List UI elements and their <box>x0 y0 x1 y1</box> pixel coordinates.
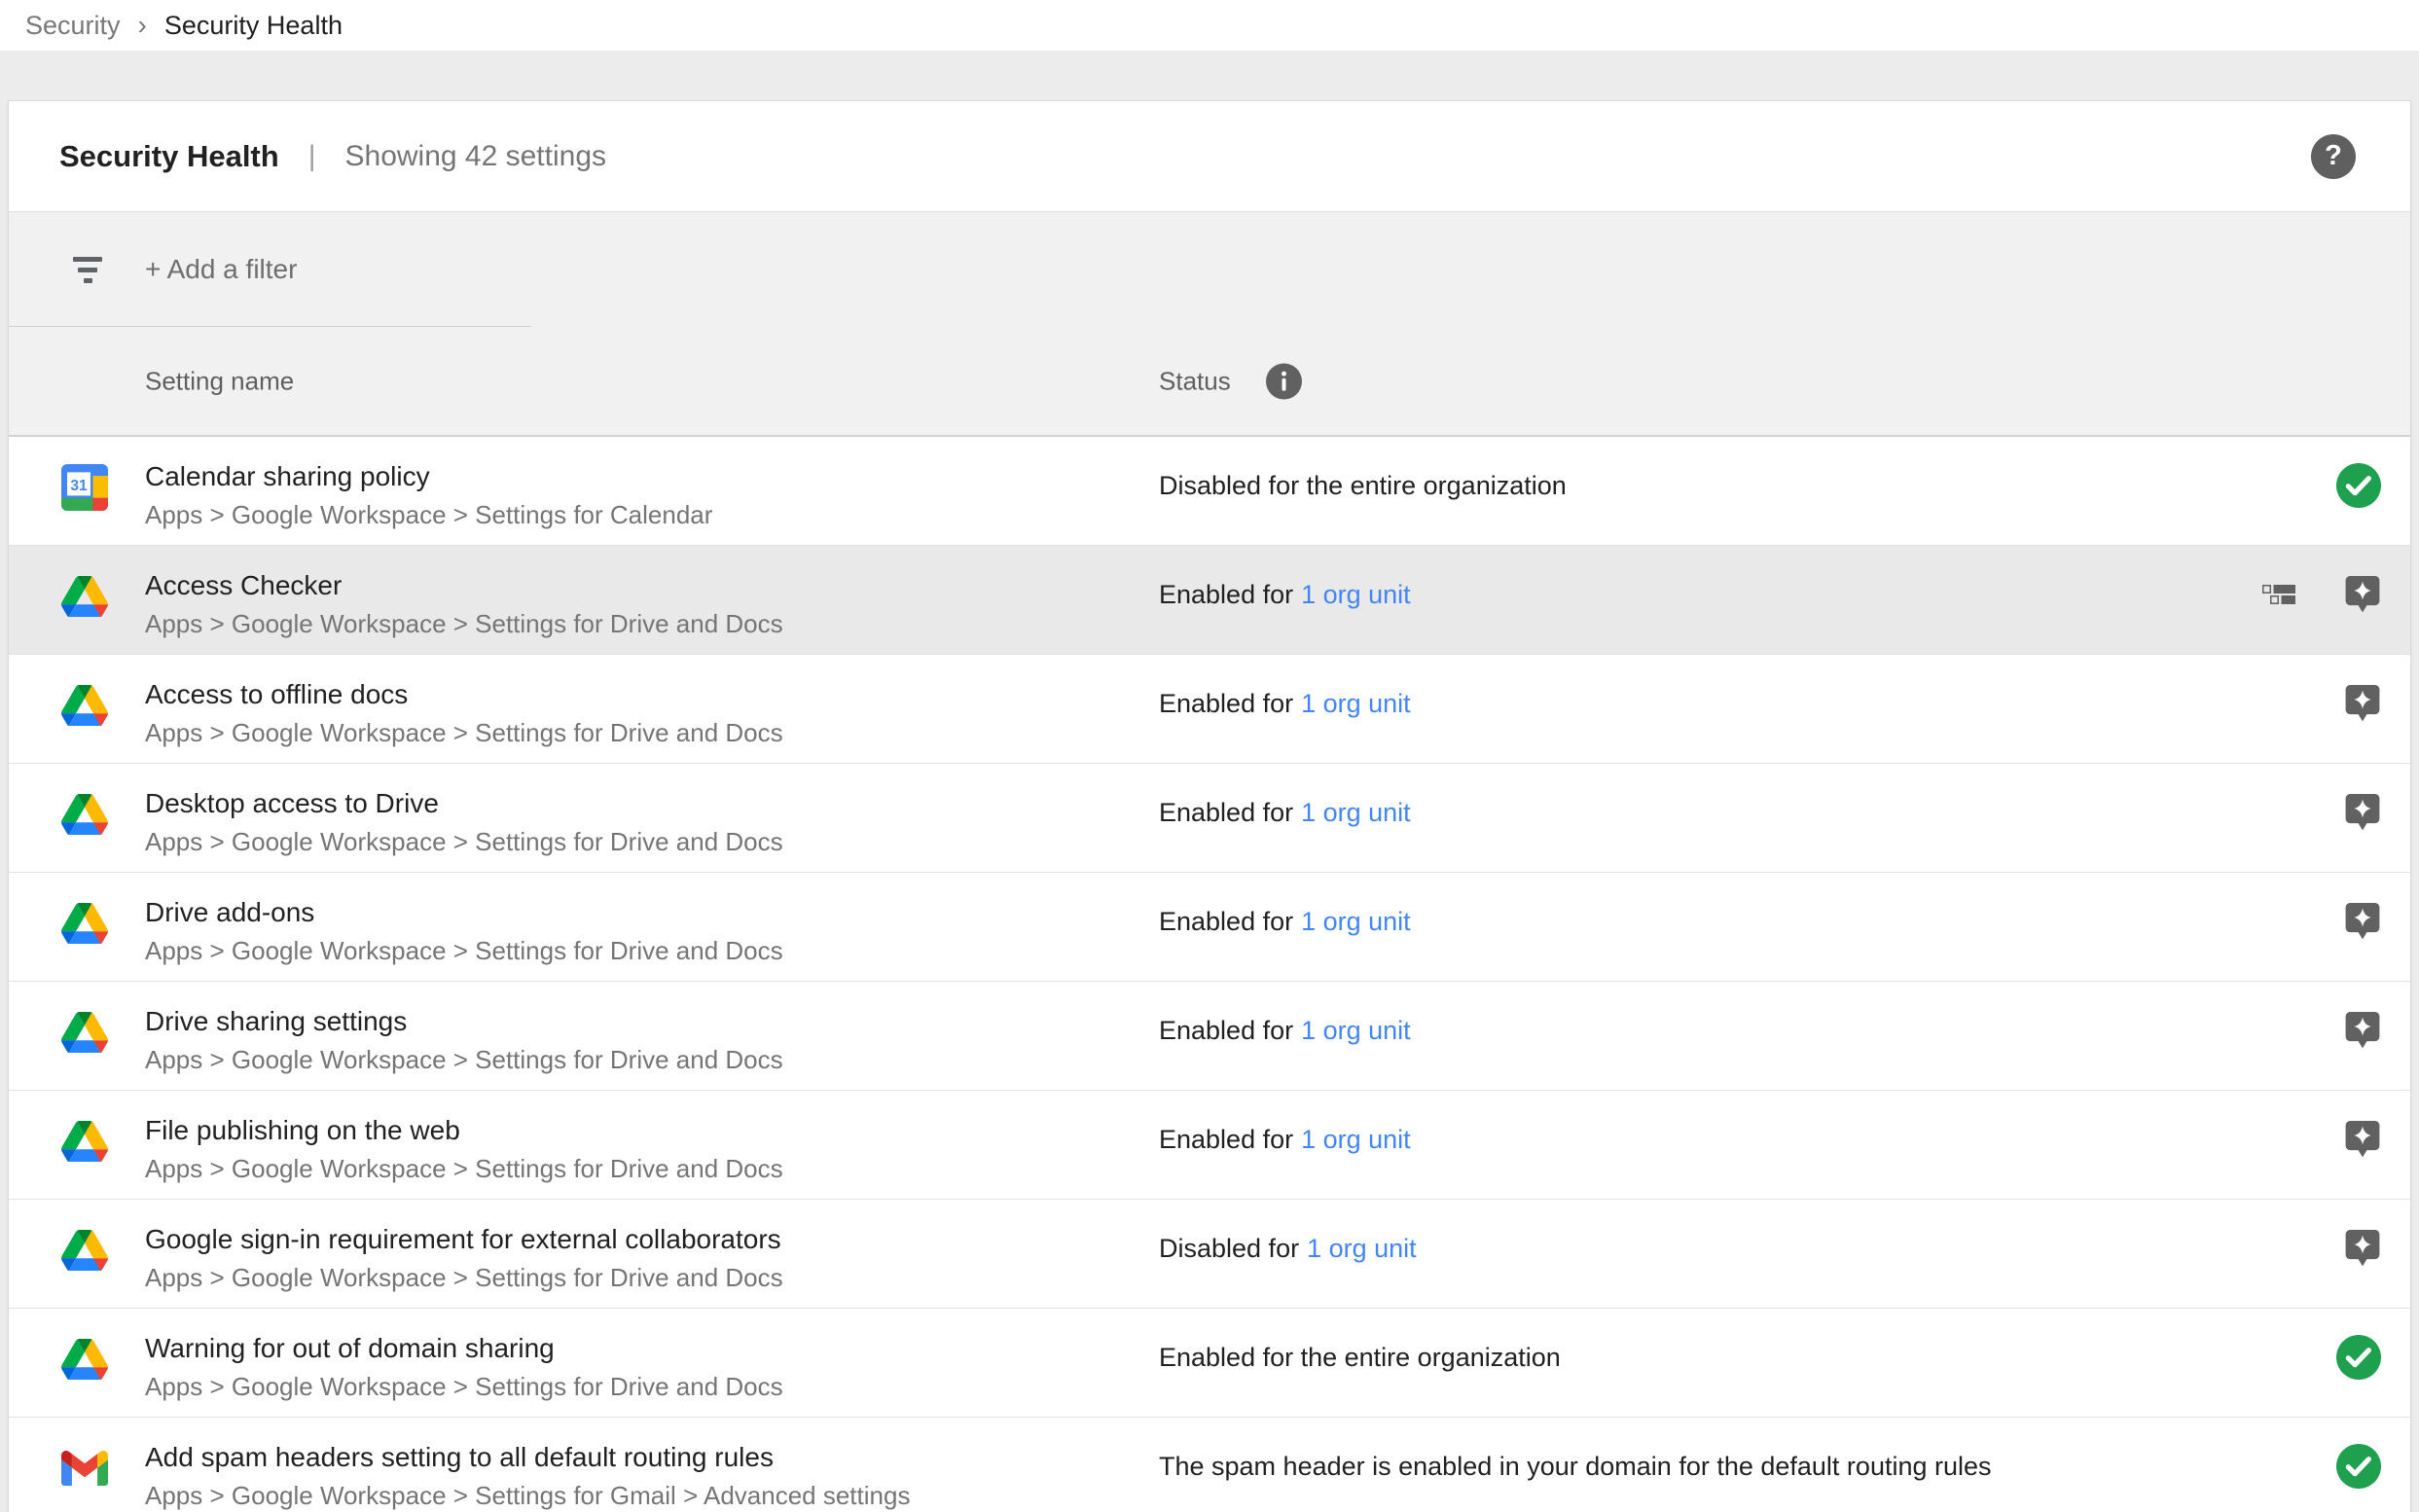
status-ok-check-icon <box>2336 1444 2381 1489</box>
status-cell: Disabled for 1 org unit <box>1159 1230 1417 1267</box>
recommendation-flag-icon[interactable] <box>2344 1119 2381 1160</box>
setting-path: Apps > Google Workspace > Settings for D… <box>145 1258 783 1297</box>
setting-name: Desktop access to Drive <box>145 785 783 822</box>
setting-path: Apps > Google Workspace > Settings for D… <box>145 1149 783 1188</box>
setting-path: Apps > Google Workspace > Settings for D… <box>145 1040 783 1079</box>
org-unit-link[interactable]: 1 org unit <box>1301 907 1411 936</box>
breadcrumb-current-page: Security Health <box>164 11 343 41</box>
setting-name: Drive add-ons <box>145 894 783 931</box>
drive-icon <box>61 900 108 947</box>
recommendation-flag-icon[interactable] <box>2344 1228 2381 1269</box>
status-cell: Enabled for 1 org unit <box>1159 576 1411 613</box>
status-cell: Enabled for 1 org unit <box>1159 903 1411 940</box>
table-row[interactable]: Access Checker Apps > Google Workspace >… <box>9 546 2410 655</box>
table-row[interactable]: Warning for out of domain sharing Apps >… <box>9 1309 2410 1418</box>
security-health-card: Security Health | Showing 42 settings ? … <box>8 100 2411 1512</box>
status-cell: Enabled for 1 org unit <box>1159 794 1411 831</box>
drive-icon <box>61 1009 108 1056</box>
column-header-setting-name: Setting name <box>145 366 294 396</box>
recommendation-flag-icon[interactable] <box>2344 901 2381 942</box>
status-cell: Enabled for 1 org unit <box>1159 1121 1411 1158</box>
setting-name: Access Checker <box>145 567 783 604</box>
setting-name: Add spam headers setting to all default … <box>145 1439 910 1476</box>
setting-path: Apps > Google Workspace > Settings for D… <box>145 931 783 970</box>
drive-icon <box>61 573 108 620</box>
column-header-status: Status <box>1159 366 1231 396</box>
title-separator: | <box>308 140 316 173</box>
recommendation-flag-icon[interactable] <box>2344 683 2381 724</box>
recommendation-flag-icon[interactable] <box>2344 574 2381 615</box>
status-text: Enabled for the entire organization <box>1159 1343 1561 1372</box>
status-text: Enabled for <box>1159 580 1293 609</box>
status-cell: Enabled for 1 org unit <box>1159 1012 1411 1049</box>
filter-row: + Add a filter <box>9 212 2410 327</box>
table-row[interactable]: Add spam headers setting to all default … <box>9 1418 2410 1512</box>
gmail-icon <box>61 1445 108 1492</box>
table-row[interactable]: Drive add-ons Apps > Google Workspace > … <box>9 873 2410 982</box>
table-row[interactable]: File publishing on the web Apps > Google… <box>9 1091 2410 1200</box>
settings-list: 31 Calendar sharing policy Apps > Google… <box>9 437 2410 1512</box>
drive-icon <box>61 682 108 729</box>
drive-icon <box>61 791 108 838</box>
setting-path: Apps > Google Workspace > Settings for D… <box>145 1367 783 1406</box>
breadcrumb-chevron-icon: › <box>138 10 147 41</box>
drive-icon <box>61 1227 108 1274</box>
setting-name: Drive sharing settings <box>145 1003 783 1040</box>
svg-text:31: 31 <box>70 478 88 494</box>
drive-icon <box>61 1336 108 1383</box>
table-header: Setting name Status <box>9 327 2410 437</box>
org-unit-link[interactable]: 1 org unit <box>1301 580 1411 609</box>
setting-path: Apps > Google Workspace > Settings for C… <box>145 495 712 534</box>
status-text: The spam header is enabled in your domai… <box>1159 1452 1992 1481</box>
settings-count-label: Showing 42 settings <box>345 140 607 173</box>
org-unit-link[interactable]: 1 org unit <box>1301 798 1411 827</box>
table-row[interactable]: Desktop access to Drive Apps > Google Wo… <box>9 764 2410 873</box>
add-filter-button[interactable]: + Add a filter <box>145 254 297 285</box>
toolbar: + Add a filter Setting name Status <box>9 212 2410 437</box>
status-text: Enabled for <box>1159 1016 1293 1045</box>
status-cell: Disabled for the entire organization <box>1159 467 1567 504</box>
drive-icon <box>61 1118 108 1165</box>
table-row[interactable]: Access to offline docs Apps > Google Wor… <box>9 655 2410 764</box>
status-cell: The spam header is enabled in your domai… <box>1159 1448 1992 1485</box>
table-row[interactable]: Drive sharing settings Apps > Google Wor… <box>9 982 2410 1091</box>
setting-path: Apps > Google Workspace > Settings for D… <box>145 604 783 643</box>
org-unit-link[interactable]: 1 org unit <box>1301 689 1411 718</box>
status-text: Enabled for <box>1159 689 1293 718</box>
card-header: Security Health | Showing 42 settings ? <box>9 101 2410 212</box>
org-unit-link[interactable]: 1 org unit <box>1307 1234 1417 1263</box>
table-row[interactable]: 31 Calendar sharing policy Apps > Google… <box>9 437 2410 546</box>
status-text: Disabled for <box>1159 1234 1299 1263</box>
status-text: Enabled for <box>1159 907 1293 936</box>
status-text: Disabled for the entire organization <box>1159 471 1567 500</box>
setting-name: Access to offline docs <box>145 676 783 713</box>
status-cell: Enabled for the entire organization <box>1159 1339 1561 1376</box>
status-cell: Enabled for 1 org unit <box>1159 685 1411 722</box>
setting-name: File publishing on the web <box>145 1112 783 1149</box>
status-text: Enabled for <box>1159 798 1293 827</box>
org-unit-link[interactable]: 1 org unit <box>1301 1016 1411 1045</box>
setting-path: Apps > Google Workspace > Settings for D… <box>145 822 783 861</box>
page-title: Security Health <box>59 139 279 174</box>
setting-path: Apps > Google Workspace > Settings for D… <box>145 713 783 752</box>
recommendation-flag-icon[interactable] <box>2344 1010 2381 1051</box>
breadcrumb-security-link[interactable]: Security <box>25 11 121 41</box>
setting-path: Apps > Google Workspace > Settings for G… <box>145 1476 910 1512</box>
calendar-icon: 31 <box>61 464 108 511</box>
table-row[interactable]: Google sign-in requirement for external … <box>9 1200 2410 1309</box>
help-glyph: ? <box>2325 140 2342 172</box>
org-structure-icon <box>2262 585 2295 604</box>
status-ok-check-icon <box>2336 463 2381 508</box>
setting-name: Google sign-in requirement for external … <box>145 1221 783 1258</box>
recommendation-flag-icon[interactable] <box>2344 792 2381 833</box>
setting-name: Warning for out of domain sharing <box>145 1330 783 1367</box>
status-info-icon[interactable] <box>1266 363 1302 399</box>
breadcrumb: Security › Security Health <box>0 0 2419 51</box>
status-ok-check-icon <box>2336 1335 2381 1380</box>
org-unit-link[interactable]: 1 org unit <box>1301 1125 1411 1154</box>
filter-icon[interactable] <box>69 255 106 284</box>
setting-name: Calendar sharing policy <box>145 458 712 495</box>
status-text: Enabled for <box>1159 1125 1293 1154</box>
help-icon[interactable]: ? <box>2311 134 2356 179</box>
